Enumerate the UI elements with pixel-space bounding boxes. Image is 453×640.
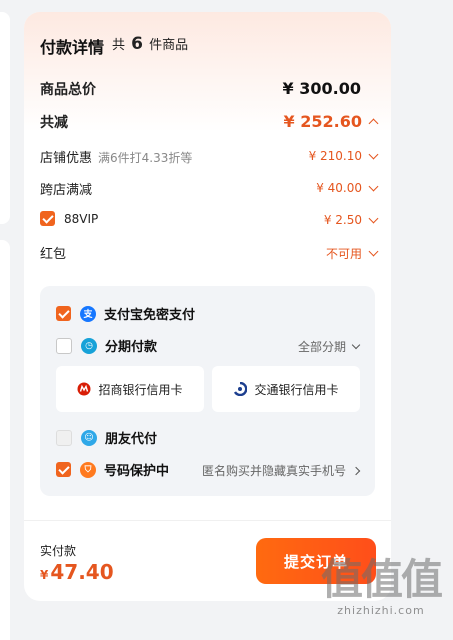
chevron-down-icon bbox=[368, 181, 379, 191]
chevron-down-icon bbox=[368, 246, 379, 257]
background-panel-bottom bbox=[0, 240, 10, 640]
shop-discount-toggle[interactable]: ¥ 210.10 bbox=[308, 149, 379, 163]
chevron-up-icon bbox=[368, 118, 379, 128]
site-watermark: 值值值 zhizhizhi.com bbox=[320, 555, 443, 618]
paid-label: 实付款 bbox=[40, 544, 77, 558]
page-title: 付款详情 bbox=[40, 38, 105, 57]
discount-label: 共减 bbox=[40, 115, 68, 131]
total-value: ¥ 300.00 bbox=[282, 79, 361, 98]
payment-details-card: 付款详情 共 6 件商品 商品总价 ¥ 300.00 共减 ¥ 252.60 店… bbox=[24, 12, 391, 601]
watermark-logo: 值值值 bbox=[320, 555, 443, 604]
payment-methods-box: 支 支付宝免密支付 ◷ 分期付款 全部分期 招商银行信用卡 交通银行信用卡 ☺ … bbox=[40, 286, 375, 496]
chevron-down-icon bbox=[351, 340, 361, 350]
bocom-icon bbox=[233, 382, 248, 396]
item-count: 共 6 件商品 bbox=[112, 34, 188, 54]
vip-label: 88VIP bbox=[64, 211, 99, 226]
number-protection-checkbox[interactable] bbox=[56, 462, 71, 477]
alipay-checkbox[interactable] bbox=[56, 306, 71, 321]
count-number: 6 bbox=[131, 34, 143, 54]
discount-value: ¥ 252.60 bbox=[283, 112, 362, 131]
friend-pay-option[interactable]: ☺ 朋友代付 bbox=[56, 428, 157, 447]
paid-amount: ¥47.40 bbox=[40, 560, 114, 584]
chevron-down-icon bbox=[368, 213, 379, 223]
number-protection-note: 匿名购买并隐藏真实手机号 bbox=[201, 464, 346, 478]
installment-label: 分期付款 bbox=[105, 340, 158, 355]
cmb-credit-card-option[interactable]: 招商银行信用卡 bbox=[56, 366, 204, 412]
friend-pay-checkbox[interactable] bbox=[56, 429, 72, 446]
installment-checkbox[interactable] bbox=[56, 337, 72, 354]
cross-store-value: ¥ 40.00 bbox=[316, 181, 362, 195]
number-protection-label: 号码保护中 bbox=[104, 464, 170, 479]
chevron-down-icon bbox=[368, 149, 379, 159]
currency-symbol: ¥ bbox=[40, 568, 49, 582]
red-packet-value: 不可用 bbox=[325, 247, 362, 261]
installment-select-value: 全部分期 bbox=[297, 340, 346, 354]
number-protection-option[interactable]: ⛉ 号码保护中 bbox=[56, 460, 169, 479]
installment-option[interactable]: ◷ 分期付款 bbox=[56, 336, 157, 355]
vip-value: ¥ 2.50 bbox=[323, 213, 362, 227]
shop-discount-row: 店铺优惠 满6件打4.33折等 bbox=[40, 147, 192, 166]
vip-row: 88VIP bbox=[40, 211, 98, 226]
shop-discount-label: 店铺优惠 bbox=[40, 151, 93, 166]
vip-toggle[interactable]: ¥ 2.50 bbox=[323, 213, 379, 227]
installment-icon: ◷ bbox=[81, 337, 97, 354]
cmb-icon bbox=[77, 382, 91, 396]
count-suffix: 件商品 bbox=[149, 38, 189, 53]
paid-amount-value: 47.40 bbox=[50, 560, 114, 584]
alipay-icon: 支 bbox=[80, 305, 96, 322]
count-prefix: 共 bbox=[112, 38, 126, 53]
total-label: 商品总价 bbox=[40, 82, 96, 98]
shop-discount-value: ¥ 210.10 bbox=[308, 149, 362, 163]
shield-icon: ⛉ bbox=[80, 461, 96, 478]
cross-store-label: 跨店满减 bbox=[40, 183, 93, 198]
shop-discount-note: 满6件打4.33折等 bbox=[98, 151, 193, 165]
friend-icon: ☺ bbox=[81, 429, 97, 446]
footer-divider bbox=[24, 520, 391, 521]
alipay-option[interactable]: 支 支付宝免密支付 bbox=[56, 304, 195, 323]
chevron-right-icon bbox=[351, 466, 361, 475]
discount-toggle[interactable]: ¥ 252.60 bbox=[283, 112, 379, 131]
background-panel-top bbox=[0, 12, 10, 224]
red-packet-label: 红包 bbox=[40, 247, 67, 262]
installment-dropdown[interactable]: 全部分期 bbox=[297, 338, 361, 355]
red-packet-toggle[interactable]: 不可用 bbox=[325, 245, 379, 262]
friend-pay-label: 朋友代付 bbox=[105, 432, 158, 447]
cmb-label: 招商银行信用卡 bbox=[98, 382, 183, 397]
vip-checkbox[interactable] bbox=[40, 211, 55, 226]
bocom-credit-card-option[interactable]: 交通银行信用卡 bbox=[212, 366, 360, 412]
alipay-label: 支付宝免密支付 bbox=[104, 308, 196, 323]
watermark-url: zhizhizhi.com bbox=[337, 604, 425, 617]
number-protection-detail[interactable]: 匿名购买并隐藏真实手机号 bbox=[201, 462, 361, 479]
cross-store-toggle[interactable]: ¥ 40.00 bbox=[316, 181, 379, 195]
bocom-label: 交通银行信用卡 bbox=[254, 382, 339, 397]
